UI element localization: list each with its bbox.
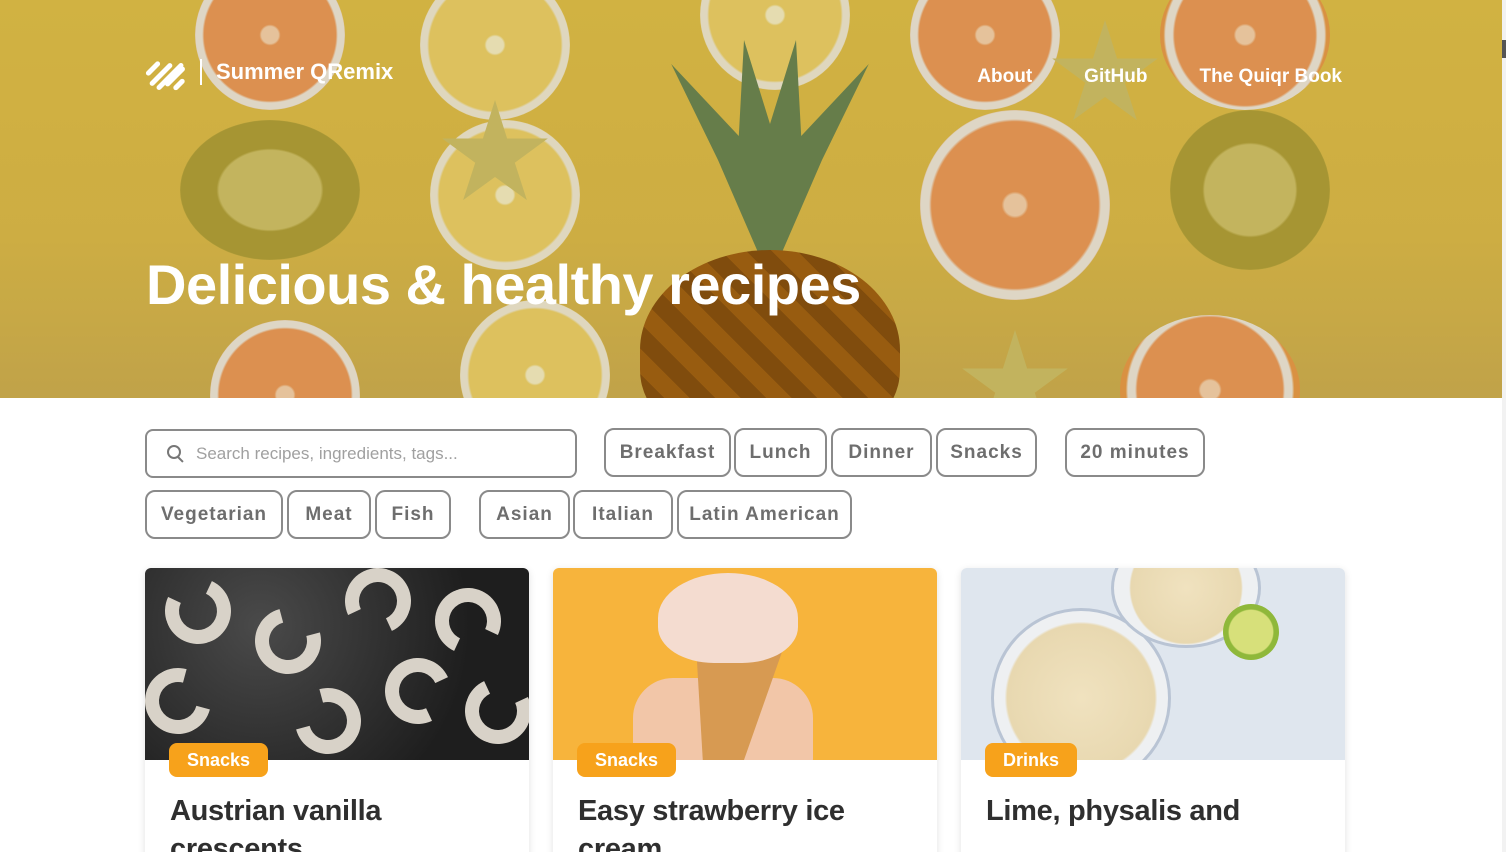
filter-tag-dinner[interactable]: Dinner xyxy=(831,428,932,477)
nav-link-about[interactable]: About xyxy=(977,66,1032,88)
nav-link-github[interactable]: GitHub xyxy=(1084,66,1147,88)
filter-tag-20-minutes[interactable]: 20 minutes xyxy=(1065,428,1205,477)
filter-tag-lunch[interactable]: Lunch xyxy=(734,428,827,477)
filter-tag-meat[interactable]: Meat xyxy=(287,490,371,539)
search-icon xyxy=(167,445,184,462)
nav-link-quiqr-book[interactable]: The Quiqr Book xyxy=(1200,66,1343,88)
recipe-title[interactable]: Lime, physalis and xyxy=(986,792,1326,830)
recipe-card[interactable]: Snacks Austrian vanilla crescents xyxy=(145,568,529,852)
filter-tag-latin-american[interactable]: Latin American xyxy=(677,490,852,539)
recipe-card[interactable]: Snacks Easy strawberry ice cream xyxy=(553,568,937,852)
main-nav: About GitHub The Quiqr Book xyxy=(977,66,1342,88)
category-badge[interactable]: Drinks xyxy=(985,743,1078,777)
recipe-title[interactable]: Austrian vanilla crescents xyxy=(170,792,510,852)
search-input[interactable] xyxy=(196,443,556,464)
brand-separator xyxy=(200,59,202,85)
search-box[interactable] xyxy=(145,429,577,478)
recipe-card[interactable]: Drinks Lime, physalis and xyxy=(961,568,1345,852)
recipe-title[interactable]: Easy strawberry ice cream xyxy=(578,792,918,852)
brand[interactable]: Summer QRemix xyxy=(144,52,393,92)
hero-title: Delicious & healthy recipes xyxy=(146,253,861,316)
filter-tag-breakfast[interactable]: Breakfast xyxy=(604,428,731,477)
recipe-image xyxy=(145,568,529,760)
hero-banner: Summer QRemix About GitHub The Quiqr Boo… xyxy=(0,0,1502,398)
recipe-image xyxy=(961,568,1345,760)
category-badge[interactable]: Snacks xyxy=(577,743,677,777)
filter-tag-snacks[interactable]: Snacks xyxy=(936,428,1037,477)
recipe-image xyxy=(553,568,937,760)
category-badge[interactable]: Snacks xyxy=(169,743,269,777)
brand-name: Summer QRemix xyxy=(216,59,394,84)
filter-tag-fish[interactable]: Fish xyxy=(375,490,451,539)
scrollbar-thumb[interactable] xyxy=(1502,40,1506,58)
filter-tag-vegetarian[interactable]: Vegetarian xyxy=(145,490,283,539)
filter-tag-italian[interactable]: Italian xyxy=(573,490,673,539)
filter-tag-asian[interactable]: Asian xyxy=(479,490,570,539)
logo-icon xyxy=(144,52,186,92)
scrollbar[interactable] xyxy=(1502,0,1506,852)
